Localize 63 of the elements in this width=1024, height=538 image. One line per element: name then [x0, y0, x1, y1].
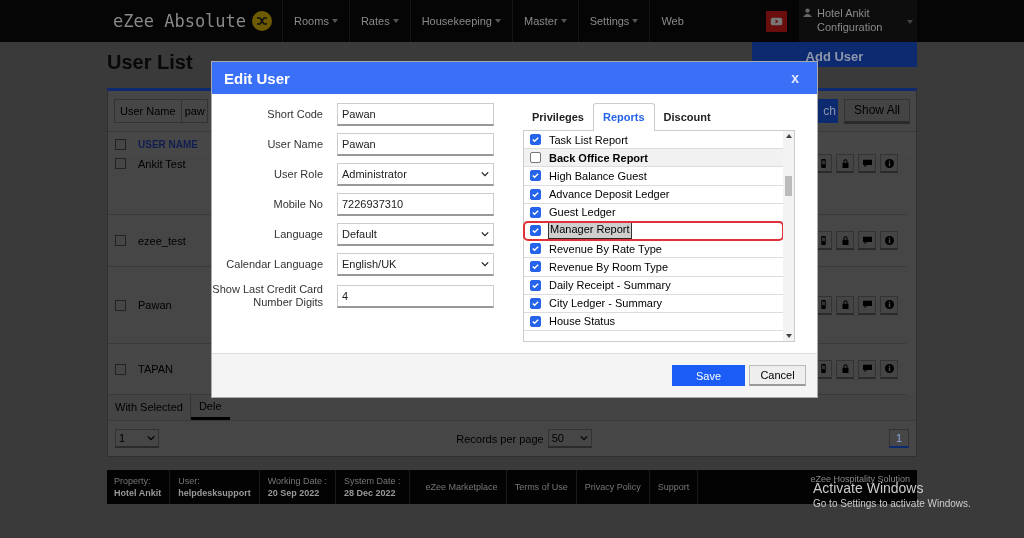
input-field[interactable]: 7226937310 — [337, 193, 494, 216]
table-cell: ezee_test — [138, 234, 186, 247]
field-label: Mobile No — [272, 198, 323, 211]
input-field[interactable]: 4 — [337, 284, 494, 308]
report-label: High Balance Guest — [548, 168, 648, 183]
report-label: Manager Report — [548, 221, 632, 241]
search-button[interactable]: ch — [816, 99, 838, 123]
footer-label: User: — [178, 475, 201, 487]
report-label: Advance Deposit Ledger — [548, 187, 671, 202]
footer-value: helpdesksupport — [178, 487, 251, 499]
activation-title: Activate Windows — [813, 481, 925, 496]
add-user-button[interactable]: Add User — [752, 42, 917, 67]
user-menu[interactable]: Hotel Ankit Configuration — [799, 0, 917, 42]
field-label: Short Code — [266, 108, 323, 121]
select-field[interactable]: Default — [337, 223, 494, 246]
report-label: Revenue By Rate Type — [548, 241, 663, 256]
close-button[interactable]: x — [785, 70, 805, 86]
tab[interactable]: Reports — [593, 103, 655, 131]
cancel-button[interactable]: Cancel — [749, 365, 806, 386]
field-label: Language — [273, 228, 323, 241]
report-label: House Status — [548, 314, 617, 329]
nav-menu-item[interactable]: Rates — [348, 0, 410, 42]
footer-value: Hotel Ankit — [114, 487, 162, 499]
field-label: User Name — [266, 138, 323, 151]
nav-menu-item[interactable]: Settings — [577, 0, 650, 42]
select-field[interactable]: Administrator — [337, 163, 494, 186]
report-label: Task List Report — [548, 132, 629, 147]
tab[interactable]: Privileges — [523, 105, 593, 130]
table-cell: TAPAN — [138, 363, 174, 375]
field-label: Calendar Language — [225, 258, 323, 271]
field-label: User Role — [273, 168, 323, 181]
report-label: Back Office Report — [548, 150, 650, 165]
nav-menu-item[interactable]: Master — [512, 0, 578, 42]
footer-link[interactable]: Privacy Policy — [576, 470, 650, 504]
footer-link[interactable]: Support — [649, 470, 699, 504]
page-number[interactable]: 1 — [889, 429, 909, 448]
nav-menu-item[interactable]: Web — [649, 0, 695, 42]
select-field[interactable]: English/UK — [337, 253, 494, 276]
records-label: Records per page — [456, 432, 544, 445]
footer-label: Working Date : — [267, 475, 328, 487]
activation-text: Go to Settings to activate Windows. — [813, 498, 971, 509]
footer-link[interactable]: Terms of Use — [506, 470, 577, 504]
footer-value: 28 Dec 2022 — [344, 487, 397, 499]
report-label: Revenue By Room Type — [548, 259, 670, 274]
report-label: Daily Receipt - Summary — [548, 278, 672, 293]
field-label: Show Last Credit Card Number Digits — [212, 283, 323, 309]
dialog-title: Edit User — [224, 69, 290, 87]
bulk-label: With Selected — [108, 395, 191, 420]
footer-label: System Date : — [344, 475, 401, 487]
input-field[interactable]: Pawan — [337, 103, 494, 126]
report-label: City Ledger - Summary — [548, 296, 664, 311]
table-cell: Ankit Test — [138, 158, 186, 170]
report-label: Guest Ledger — [548, 205, 617, 220]
tab[interactable]: Discount — [654, 105, 720, 130]
nav-menu-item[interactable]: Housekeeping — [409, 0, 512, 42]
footer-value: 20 Sep 2022 — [267, 487, 321, 499]
app-logo[interactable]: eZee Absolute — [113, 11, 247, 31]
input-field[interactable]: Pawan — [337, 133, 494, 156]
footer-label: Property: — [114, 475, 152, 487]
table-cell: Pawan — [138, 299, 172, 311]
footer-link[interactable]: eZee Marketplace — [417, 470, 507, 504]
save-button[interactable]: Save — [672, 365, 745, 386]
nav-menu-item[interactable]: Rooms — [282, 0, 349, 42]
